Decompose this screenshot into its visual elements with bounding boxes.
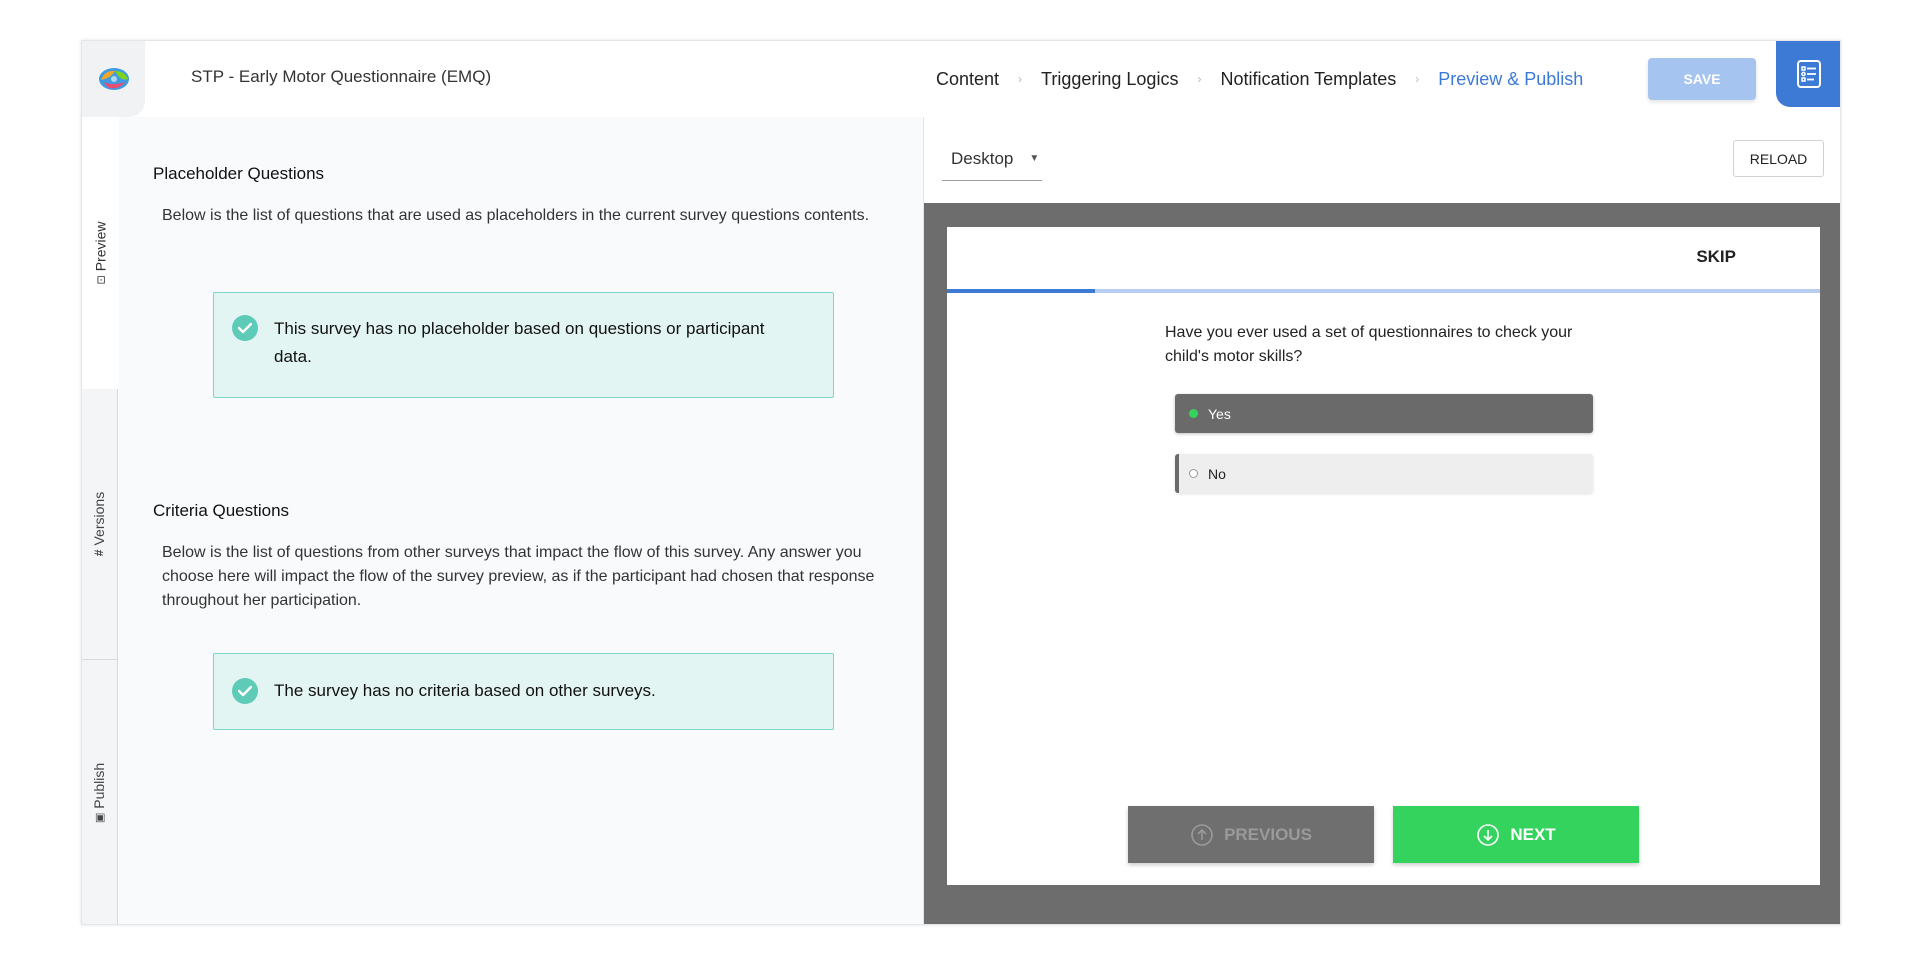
next-label: NEXT bbox=[1510, 824, 1556, 844]
top-nav: Content › Triggering Logics › Notificati… bbox=[936, 41, 1583, 117]
nav-notification-templates[interactable]: Notification Templates bbox=[1220, 69, 1396, 90]
progress-bar bbox=[947, 289, 1820, 293]
tab-versions-label: Versions bbox=[91, 491, 108, 546]
brain-logo-icon bbox=[98, 68, 129, 90]
criteria-description: Below is the list of questions from othe… bbox=[162, 544, 875, 609]
radio-selected-icon bbox=[1189, 409, 1198, 418]
tab-versions[interactable]: # Versions bbox=[82, 389, 118, 660]
right-pane: Desktop ▼ RELOAD SKIP Have you ever used… bbox=[923, 117, 1840, 924]
publish-icon: ▣ bbox=[94, 812, 107, 824]
chevron-right-icon: › bbox=[1415, 72, 1420, 86]
preview-frame: SKIP Have you ever used a set of questio… bbox=[924, 203, 1840, 924]
chevron-right-icon: › bbox=[1018, 72, 1023, 86]
app-title: STP - Early Motor Questionnaire (EMQ) bbox=[191, 67, 492, 86]
tab-preview-label: Preview bbox=[92, 221, 109, 272]
skip-button[interactable]: SKIP bbox=[1696, 247, 1736, 267]
progress-bar-fill bbox=[947, 289, 1096, 293]
arrow-down-circle-icon bbox=[1477, 823, 1500, 846]
tab-publish-label: Publish bbox=[91, 762, 108, 809]
previous-button[interactable]: PREVIOUS bbox=[1128, 806, 1374, 863]
tab-preview[interactable]: ⊡ Preview bbox=[82, 117, 119, 389]
check-circle-icon bbox=[232, 315, 258, 341]
option-no[interactable]: No bbox=[1175, 454, 1593, 493]
next-button[interactable]: NEXT bbox=[1393, 806, 1639, 863]
criteria-message: The survey has no criteria based on othe… bbox=[274, 681, 656, 700]
left-pane: Placeholder Questions Below is the list … bbox=[119, 117, 963, 924]
save-button[interactable]: SAVE bbox=[1648, 58, 1756, 100]
placeholder-info-box: This survey has no placeholder based on … bbox=[213, 292, 834, 398]
caret-down-icon: ▼ bbox=[1029, 153, 1040, 164]
device-select-value: Desktop bbox=[951, 148, 1014, 168]
app-window: STP - Early Motor Questionnaire (EMQ) Co… bbox=[81, 40, 1841, 925]
nav-content[interactable]: Content bbox=[936, 69, 999, 90]
device-select[interactable]: Desktop ▼ bbox=[942, 137, 1042, 181]
top-header: STP - Early Motor Questionnaire (EMQ) Co… bbox=[82, 41, 1840, 118]
option-no-label: No bbox=[1208, 465, 1226, 482]
criteria-info-box: The survey has no criteria based on othe… bbox=[213, 653, 834, 730]
tab-publish[interactable]: ▣ Publish bbox=[82, 660, 118, 924]
preview-icon: ⊡ bbox=[95, 275, 108, 285]
vertical-tabs: ⊡ Preview # Versions ▣ Publish bbox=[82, 117, 119, 924]
hash-icon: # bbox=[92, 549, 107, 557]
nav-triggering-logics[interactable]: Triggering Logics bbox=[1041, 69, 1178, 90]
option-yes[interactable]: Yes bbox=[1175, 394, 1593, 433]
chevron-right-icon: › bbox=[1197, 72, 1202, 86]
survey-list-button[interactable] bbox=[1776, 41, 1840, 107]
arrow-up-circle-icon bbox=[1191, 823, 1213, 846]
survey-preview-card: SKIP Have you ever used a set of questio… bbox=[947, 227, 1820, 885]
placeholder-title: Placeholder Questions bbox=[153, 164, 325, 183]
criteria-title: Criteria Questions bbox=[153, 501, 290, 520]
reload-button[interactable]: RELOAD bbox=[1733, 140, 1824, 177]
placeholder-description: Below is the list of questions that are … bbox=[162, 207, 870, 224]
option-yes-label: Yes bbox=[1208, 405, 1231, 422]
logo[interactable] bbox=[82, 41, 145, 117]
radio-empty-icon bbox=[1189, 469, 1198, 478]
nav-preview-publish[interactable]: Preview & Publish bbox=[1438, 69, 1583, 90]
placeholder-message: This survey has no placeholder based on … bbox=[274, 319, 765, 366]
survey-list-icon bbox=[1797, 60, 1821, 88]
check-circle-icon bbox=[232, 678, 258, 704]
question-text: Have you ever used a set of questionnair… bbox=[1165, 324, 1573, 365]
previous-label: PREVIOUS bbox=[1224, 824, 1312, 844]
